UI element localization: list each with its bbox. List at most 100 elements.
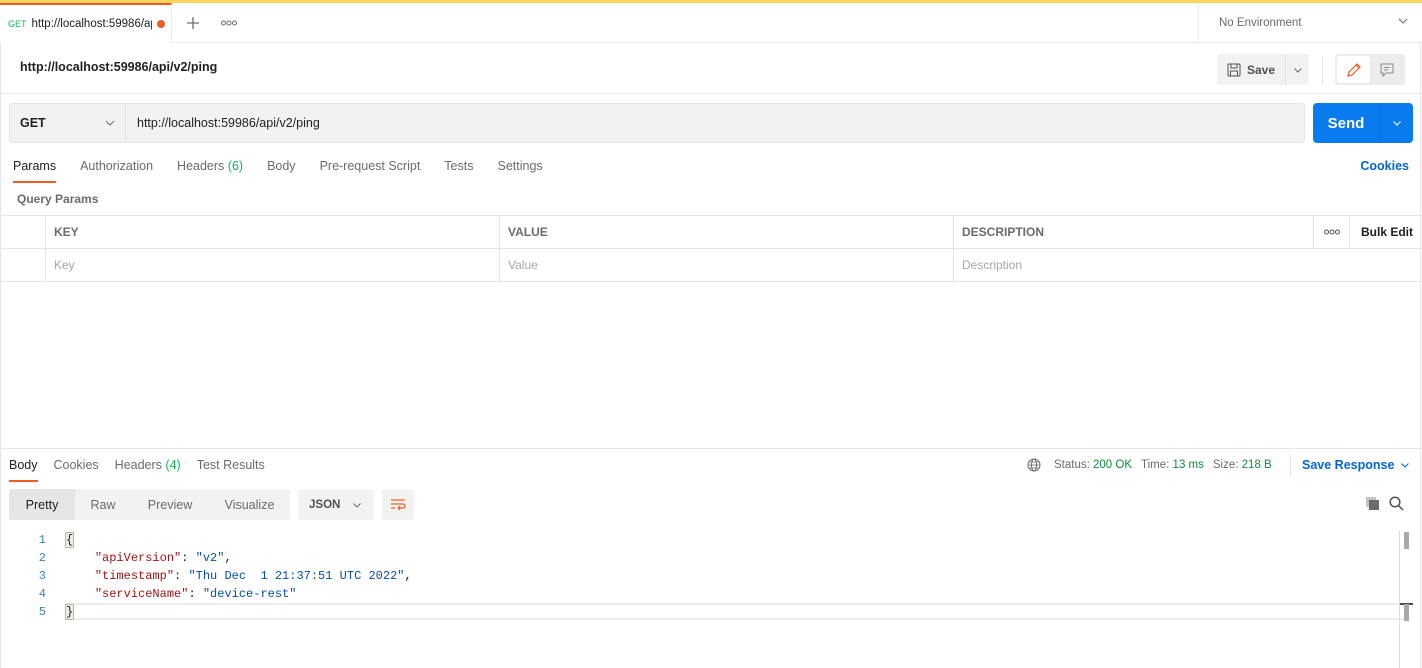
json-key: "apiVersion" <box>94 551 182 565</box>
tab-label: Authorization <box>80 159 154 173</box>
query-params-label: Query Params <box>17 192 99 206</box>
tab-label: Headers <box>177 159 225 173</box>
tab-label: Cookies <box>53 458 99 472</box>
response-tab-body[interactable]: Body <box>9 452 38 482</box>
line-number: 5 <box>38 605 46 619</box>
line-number: 3 <box>38 569 46 583</box>
tab-method: GET <box>8 19 27 29</box>
row-checkbox-cell <box>0 249 46 281</box>
current-line-highlight <box>66 603 1404 620</box>
pencil-icon <box>1346 62 1361 77</box>
save-response-button[interactable]: Save Response <box>1302 458 1410 472</box>
method-value: GET <box>20 116 46 130</box>
environment-label: No Environment <box>1219 17 1302 29</box>
method-selector[interactable]: GET <box>10 104 126 142</box>
value-input[interactable]: Value <box>500 249 954 281</box>
bulk-edit-button[interactable]: Bulk Edit <box>1350 216 1422 248</box>
json-value: "device-rest" <box>202 587 297 601</box>
environment-selector[interactable]: No Environment <box>1198 3 1422 43</box>
tab-label: Body <box>9 458 38 472</box>
divider <box>1322 56 1323 84</box>
chevron-down-icon <box>1392 121 1401 126</box>
key-input[interactable]: Key <box>46 249 500 281</box>
code-line: "serviceName": "device-rest" <box>94 587 297 601</box>
time-label: Time: <box>1141 459 1170 471</box>
ellipsis-icon <box>1323 229 1340 235</box>
comment-icon <box>1380 63 1393 77</box>
url-input[interactable] <box>126 104 1304 142</box>
key-column-header: KEY <box>46 216 500 248</box>
pane-divider[interactable] <box>0 448 1422 449</box>
response-tab-cookies[interactable]: Cookies <box>54 452 99 482</box>
tab-title: http://localhost:59986/api/v2/ping <box>31 18 152 30</box>
tab-label: Test Results <box>196 458 265 472</box>
send-button[interactable]: Send <box>1313 103 1379 143</box>
response-body-editor[interactable]: 1 { 2 "apiVersion": "v2", 3 "timestamp":… <box>0 531 1422 668</box>
tab-pre-request-script[interactable]: Pre-request Script <box>320 153 421 183</box>
unsaved-dot-icon <box>156 20 165 28</box>
search-icon[interactable] <box>1389 496 1404 511</box>
format-selector: Pretty Raw Preview Visualize <box>9 489 290 520</box>
send-group: Send <box>1313 103 1413 143</box>
format-preview[interactable]: Preview <box>131 489 209 520</box>
save-button[interactable]: Save <box>1217 54 1285 85</box>
matched-brace: { <box>64 532 75 548</box>
copy-icon[interactable] <box>1365 496 1380 511</box>
request-tab[interactable]: GET http://localhost:59986/api/v2/ping <box>0 3 172 43</box>
save-options-button[interactable] <box>1285 54 1309 85</box>
chevron-down-icon <box>353 502 362 508</box>
save-group: Save <box>1217 54 1309 85</box>
format-pretty[interactable]: Pretty <box>9 489 75 520</box>
cookies-link[interactable]: Cookies <box>1360 159 1409 173</box>
code-line: "timestamp": "Thu Dec 1 21:37:51 UTC 202… <box>94 569 412 583</box>
tab-body[interactable]: Body <box>267 153 296 183</box>
headers-count: (4) <box>165 458 181 472</box>
size-readout[interactable]: Size: 218 B <box>1213 459 1272 471</box>
globe-icon[interactable] <box>1027 458 1041 472</box>
edit-mode-button[interactable] <box>1337 56 1370 83</box>
tab-authorization[interactable]: Authorization <box>80 153 153 183</box>
response-tab-test-results[interactable]: Test Results <box>197 452 265 482</box>
tab-label: Tests <box>444 159 474 173</box>
params-table: KEY VALUE DESCRIPTION Bulk Edit Key Valu… <box>0 215 1422 282</box>
column-options-button[interactable] <box>1314 216 1350 248</box>
format-raw[interactable]: Raw <box>75 489 131 520</box>
value-column-header: VALUE <box>500 216 954 248</box>
code-line: } <box>64 604 75 620</box>
time-readout[interactable]: Time: 13 ms <box>1141 459 1204 471</box>
tab-label: Params <box>13 159 57 173</box>
line-number: 4 <box>38 587 46 601</box>
comments-mode-button[interactable] <box>1370 56 1403 83</box>
tab-label: Body <box>267 159 296 173</box>
send-options-button[interactable] <box>1379 103 1413 143</box>
format-visualize[interactable]: Visualize <box>209 489 290 520</box>
size-label: Size: <box>1212 459 1239 471</box>
new-tab-button[interactable] <box>172 3 214 42</box>
request-tabs: Params Authorization Headers (6) Body Pr… <box>13 153 567 183</box>
tab-tests[interactable]: Tests <box>444 153 473 183</box>
description-input[interactable]: Description <box>954 249 1422 281</box>
mode-toggle <box>1335 54 1405 85</box>
code-line: { <box>64 532 75 548</box>
line-number: 1 <box>38 533 46 547</box>
url-bar: GET <box>9 103 1305 143</box>
status-label: Status: <box>1054 459 1090 471</box>
tab-settings[interactable]: Settings <box>497 153 542 183</box>
chevron-down-icon <box>1293 67 1302 73</box>
request-name[interactable]: http://localhost:59986/api/v2/ping <box>20 60 217 74</box>
tab-label: Pre-request Script <box>319 159 421 173</box>
tab-headers[interactable]: Headers (6) <box>177 153 243 183</box>
language-selector[interactable]: JSON <box>298 489 374 520</box>
save-icon <box>1227 63 1241 76</box>
tab-params[interactable]: Params <box>13 153 57 183</box>
wrap-lines-button[interactable] <box>382 489 414 520</box>
editor-scrollbar[interactable] <box>1399 531 1409 668</box>
tab-label: Headers <box>114 458 162 472</box>
status-readout[interactable]: Status: 200 OK <box>1054 459 1132 471</box>
code-line: "apiVersion": "v2", <box>94 551 232 565</box>
response-tab-headers[interactable]: Headers (4) <box>115 452 181 482</box>
tab-options-button[interactable] <box>214 3 244 42</box>
size-value: 218 B <box>1241 459 1272 471</box>
postman-window: GET http://localhost:59986/api/v2/ping N… <box>0 0 1422 668</box>
scrollbar-thumb[interactable] <box>1404 532 1409 549</box>
